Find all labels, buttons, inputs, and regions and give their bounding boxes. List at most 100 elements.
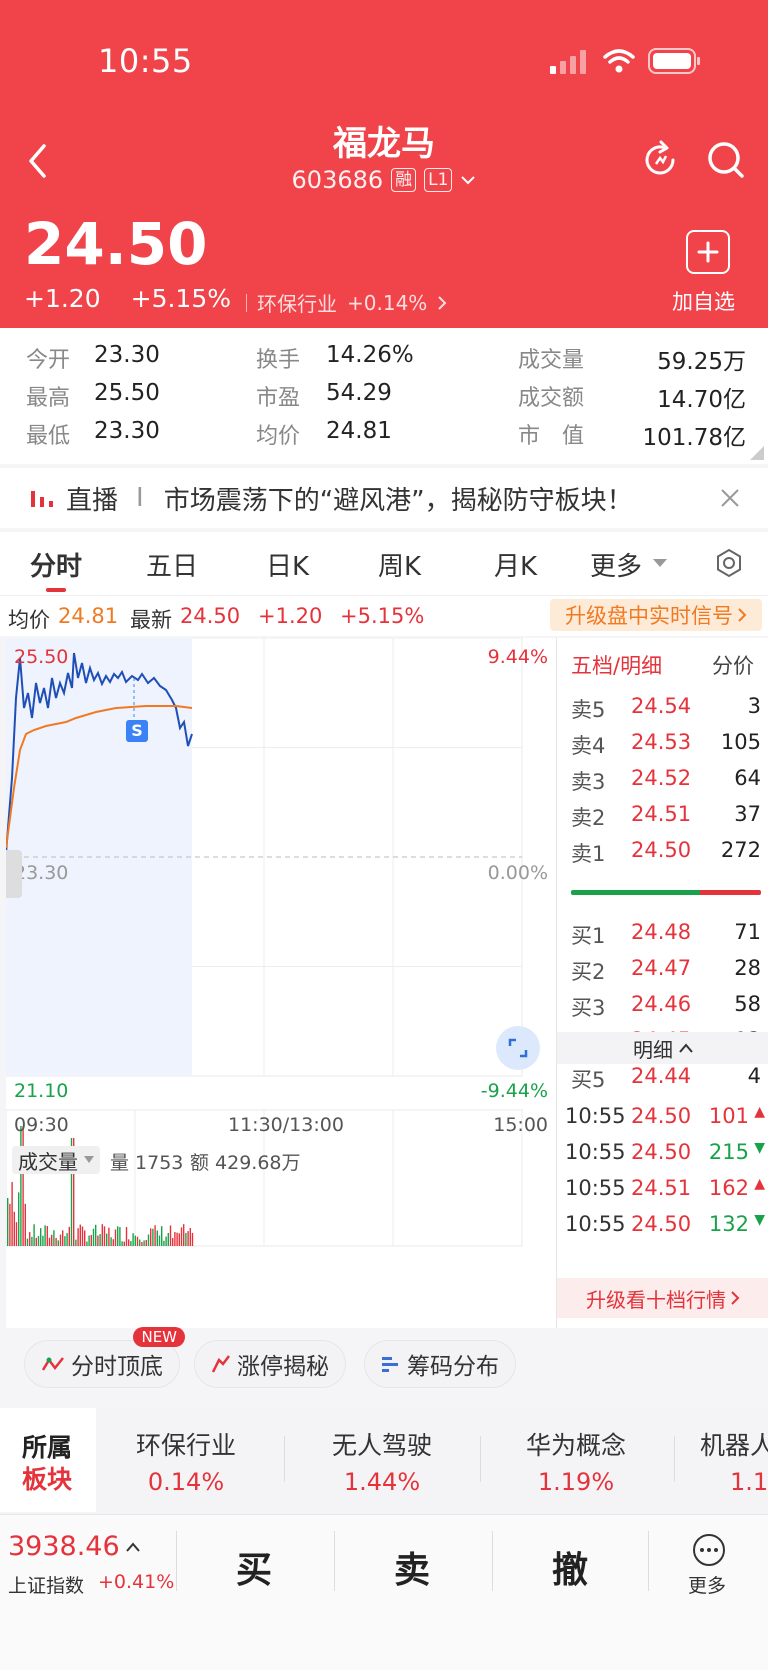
chevron-right-icon [438, 295, 447, 310]
ask-level: 卖1 24.50 272 [571, 838, 761, 868]
stat-amount: 14.70亿 [657, 387, 746, 413]
bottom-trade-bar: 3938.46 上证指数 +0.41% 买 卖 撤 更多 [0, 1514, 768, 1670]
volume-bar [92, 1228, 95, 1246]
sector-item[interactable]: 无人驾驶 1.44% [292, 1426, 472, 1496]
tab-daily-k[interactable]: 日K [266, 546, 309, 583]
tab-weekly-k[interactable]: 周K [378, 546, 421, 583]
tab-five-day[interactable]: 五日 [146, 546, 198, 583]
trade-row: 10:55 24.50 132 ▼ [565, 1212, 765, 1236]
expand-corner-icon[interactable] [750, 446, 764, 460]
stat-label: 市盈 [256, 386, 301, 411]
sell-button[interactable]: 卖 [394, 1541, 430, 1593]
level-tag: L1 [424, 168, 453, 192]
chip-intraday-top-bottom[interactable]: 分时顶底 NEW [24, 1327, 185, 1388]
volume-bar [44, 1225, 46, 1246]
sector-item[interactable]: 华为概念 1.19% [486, 1426, 666, 1496]
volume-bar [40, 1228, 42, 1246]
upgrade-ten-level-button[interactable]: 升级看十档行情 [557, 1278, 768, 1318]
settings-icon[interactable] [714, 548, 744, 578]
add-watchlist-button[interactable] [686, 230, 730, 274]
intraday-chart-svg [5, 637, 523, 1247]
volume-bar [121, 1241, 123, 1246]
volume-bar [106, 1233, 108, 1246]
upgrade-ten-level-label: 升级看十档行情 [586, 1287, 726, 1312]
live-banner[interactable]: 直播 I 市场震荡下的“避风港”，揭秘防守板块！ [0, 468, 768, 528]
stat-label: 最低 [26, 424, 71, 449]
orderbook-title[interactable]: 五档/明细 [571, 650, 662, 680]
volume-bar [88, 1235, 90, 1246]
trade-time: 10:55 [565, 1212, 626, 1236]
live-separator: I [136, 483, 144, 513]
level-price: 24.47 [631, 956, 692, 980]
chart-side-handle[interactable] [6, 850, 22, 898]
volume-bar [134, 1235, 136, 1246]
upgrade-signal-button[interactable]: 升级盘中实时信号 [550, 599, 762, 631]
stat-label: 市 值 [518, 424, 585, 449]
tab-more[interactable]: 更多 [590, 546, 642, 583]
level-label: 买2 [571, 960, 606, 984]
volume-bar [156, 1230, 158, 1246]
detail-toggle[interactable]: 明细 [557, 1032, 768, 1064]
industry-link[interactable]: 环保行业 +0.14% [246, 288, 447, 317]
arrow-up-icon: ▲ [754, 1176, 765, 1192]
search-icon[interactable] [706, 140, 746, 180]
upgrade-signal-label: 升级盘中实时信号 [565, 604, 733, 628]
level-price: 24.51 [631, 802, 692, 826]
volume-bar [154, 1225, 156, 1246]
avg-value: 24.81 [58, 604, 119, 628]
chevron-right-icon [731, 1291, 740, 1305]
volume-bar [20, 1126, 22, 1246]
stats-panel: 今开 23.30 最高 25.50 最低 23.30 换手 14.26% 市盈 … [0, 328, 768, 464]
level-label: 卖4 [571, 734, 606, 758]
index-ticker[interactable]: 3938.46 [8, 1531, 140, 1562]
chevron-down-icon [461, 176, 476, 185]
tab-monthly-k[interactable]: 月K [494, 546, 537, 583]
volume-selector[interactable]: 成交量 [12, 1146, 100, 1174]
trade-qty: 162 [708, 1176, 749, 1200]
detail-label: 明细 [633, 1037, 673, 1062]
volume-bar [64, 1236, 66, 1246]
cancel-order-button[interactable]: 撤 [552, 1541, 588, 1593]
volume-bar [125, 1227, 128, 1246]
signal-icon [550, 50, 586, 74]
ask-level: 卖4 24.53 105 [571, 730, 761, 760]
time-end: 15:00 [493, 1114, 548, 1136]
volume-bar [132, 1233, 134, 1246]
volume-bar [31, 1236, 33, 1246]
volume-qty: 量 1753 [110, 1152, 184, 1174]
y-mid-label: 23.30 [14, 862, 69, 884]
orderbook-subtitle[interactable]: 分价 [712, 650, 754, 680]
intraday-chart[interactable]: 25.50 23.30 21.10 9.44% 0.00% -9.44% 09:… [5, 637, 556, 1328]
sector-item[interactable]: 机器人 1.1 [700, 1426, 768, 1496]
chip-label: 涨停揭秘 [237, 1354, 329, 1380]
buy-button[interactable]: 买 [236, 1541, 272, 1593]
stock-header: 10:55 福龙马 603686 融 L1 24.50 +1.20 +5.15% [0, 0, 768, 328]
index-name: 上证指数 [8, 1575, 85, 1597]
industry-pct: +0.14% [347, 290, 428, 315]
new-badge: NEW [133, 1327, 185, 1347]
tab-intraday[interactable]: 分时 [30, 546, 82, 583]
more-icon[interactable] [692, 1533, 726, 1567]
time-start: 09:30 [14, 1114, 69, 1136]
sector-item[interactable]: 环保行业 0.14% [96, 1426, 276, 1496]
battery-icon [648, 48, 700, 74]
add-watchlist-label[interactable]: 加自选 [672, 286, 735, 316]
volume-bar [165, 1236, 167, 1246]
chip-chip-distribution[interactable]: 筹码分布 [364, 1340, 516, 1388]
volume-bar [7, 1197, 9, 1246]
fullscreen-button[interactable] [496, 1026, 540, 1070]
volume-bar [108, 1227, 110, 1246]
close-icon[interactable] [720, 488, 740, 508]
chip-limit-up[interactable]: 涨停揭秘 [194, 1340, 346, 1388]
level-qty: 105 [720, 730, 761, 754]
signal-marker[interactable]: S [126, 720, 148, 742]
chip-label: 筹码分布 [407, 1354, 499, 1380]
more-label[interactable]: 更多 [688, 1571, 726, 1598]
intraday-summary: 均价 24.81 最新 24.50 +1.20 +5.15% 升级盘中实时信号 [0, 596, 768, 636]
sector-pct: 0.14% [147, 1468, 225, 1496]
refresh-icon[interactable] [640, 140, 680, 180]
volume-bar [99, 1234, 101, 1246]
margin-tag: 融 [391, 168, 417, 192]
index-value: 3938.46 [8, 1531, 120, 1562]
level-price: 24.52 [631, 766, 692, 790]
